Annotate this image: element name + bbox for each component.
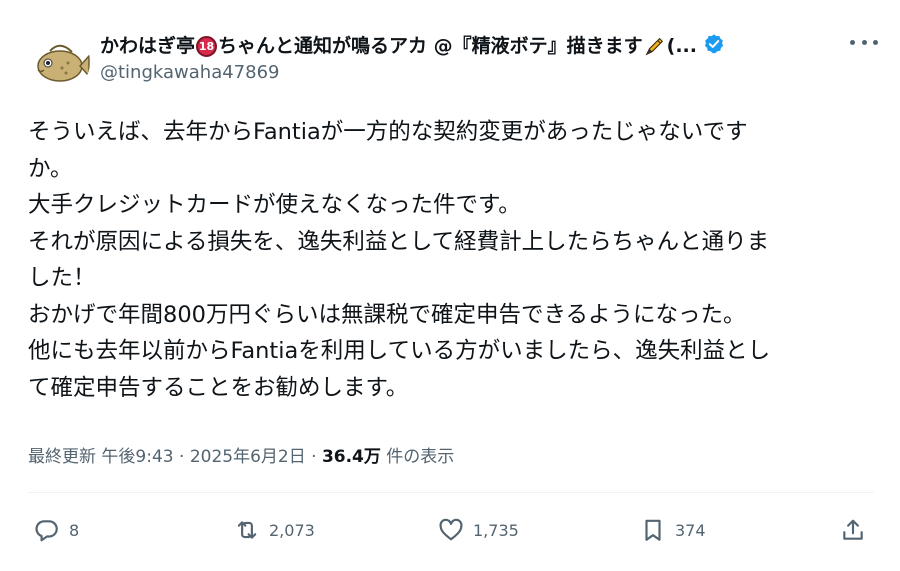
tweet-line: おかげで年間800万円ぐらいは無課税で確定申告できるようになった。	[28, 301, 746, 328]
reply-button[interactable]: 8	[34, 510, 79, 550]
r18-badge-icon: 18	[196, 35, 218, 57]
bookmark-count: 374	[675, 520, 706, 540]
tweet-text: そういえば、去年からFantiaが一方的な契約変更があったじゃないです か。 大…	[28, 114, 868, 406]
reply-icon	[35, 520, 58, 542]
retweet-count: 2,073	[269, 520, 315, 540]
meta-separator: ·	[305, 447, 322, 467]
author-name-row[interactable]: かわはぎ亭 18 ちゃんと通知が鳴るアカ @『精液ボテ』描きます (...	[100, 28, 800, 60]
heart-icon	[439, 518, 463, 541]
tweet-line: 大手クレジットカードが使えなくなった件です。	[28, 192, 521, 218]
bookmark-button[interactable]: 374	[640, 510, 706, 550]
tweet-line: そういえば、去年からFantiaが一方的な契約変更があったじゃないです	[28, 119, 748, 145]
divider	[28, 492, 874, 493]
views-label: 件の表示	[386, 447, 455, 467]
avatar[interactable]	[26, 30, 90, 94]
tweet-line: それが原因による損失を、逸失利益として経費計上したらちゃんと通りま	[28, 228, 770, 255]
tweet-card: かわはぎ亭 18 ちゃんと通知が鳴るアカ @『精液ボテ』描きます (... @tin…	[0, 0, 900, 571]
like-count: 1,735	[473, 520, 519, 540]
pen-icon	[645, 37, 663, 56]
tweet-line: した！	[28, 265, 96, 291]
more-options-icon[interactable]	[850, 30, 878, 54]
display-name-suffix: (...	[666, 34, 697, 57]
post-time[interactable]: 午後9:43	[101, 447, 173, 467]
retweet-icon	[237, 521, 257, 539]
meta-separator: ·	[173, 447, 190, 467]
reply-count: 8	[69, 520, 80, 540]
like-button[interactable]: 1,735	[438, 510, 519, 550]
tweet-line: て確定申告することをお勧めします。	[28, 374, 409, 401]
post-date[interactable]: 2025年6月2日	[190, 447, 306, 467]
share-button[interactable]	[840, 510, 866, 550]
views-count: 36.4万	[321, 447, 381, 467]
display-name-part2: ちゃんと通知が鳴るアカ @『精液ボテ』描きます	[218, 34, 643, 57]
display-name-part1: かわはぎ亭	[100, 34, 196, 57]
bookmark-icon	[645, 519, 661, 541]
retweet-button[interactable]: 2,073	[234, 510, 315, 550]
verified-badge-icon	[704, 34, 724, 54]
tweet-meta: 最終更新 午後9:43 · 2025年6月2日 · 36.4万 件の表示	[28, 442, 454, 467]
tweet-line: 他にも去年以前からFantiaを利用している方がいましたら、逸失利益とし	[28, 338, 771, 364]
edited-label[interactable]: 最終更新	[28, 447, 96, 467]
author-display-name[interactable]: かわはぎ亭 18 ちゃんと通知が鳴るアカ @『精液ボテ』描きます (...	[100, 31, 697, 58]
action-bar: 8 2,073 1,735 374	[0, 510, 900, 550]
share-icon	[843, 519, 863, 540]
author-handle[interactable]: @tingkawaha47869	[100, 62, 279, 83]
fish-icon	[37, 44, 90, 82]
tweet-line: か。	[28, 155, 73, 182]
